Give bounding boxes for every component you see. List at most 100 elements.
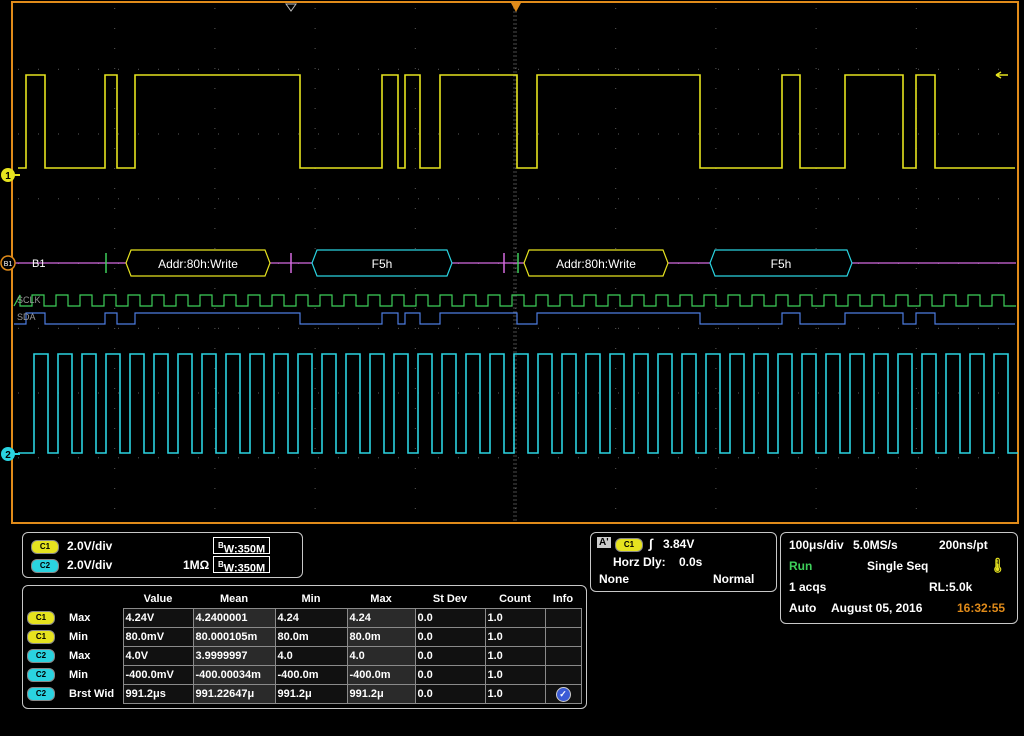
col-min: Min — [301, 593, 321, 605]
bus-decode-packet[interactable]: F5h — [311, 249, 453, 277]
graticule-dot — [158, 133, 159, 135]
bus-decode-packet[interactable]: Addr:80h:Write — [125, 249, 271, 277]
graticule-dot — [915, 228, 917, 229]
graticule-dot — [314, 448, 316, 449]
bus-decode-packet[interactable]: F5h — [709, 249, 853, 277]
graticule-dot — [915, 288, 917, 289]
graticule-dot — [114, 348, 116, 349]
ch2-bandwidth[interactable]: BW:350M — [213, 556, 271, 575]
measurements-table: Value Mean Min Max St Dev Count Info C1 … — [25, 590, 582, 704]
graticule-dot — [78, 457, 79, 459]
graticule-dot — [414, 128, 416, 129]
graticule-dot — [715, 468, 717, 469]
graticule-dot — [578, 327, 579, 329]
info-icon[interactable]: ✓ — [555, 686, 571, 702]
graticule-dot — [918, 392, 919, 394]
graticule-dot — [214, 228, 216, 229]
measurement-row[interactable]: C2 Max 4.0V 3.9999997 4.0 4.0 0.0 1.0 — [25, 646, 582, 666]
graticule-dot — [715, 208, 717, 209]
row-mean: 4.2400001 — [192, 608, 276, 628]
graticule-dot — [715, 508, 717, 509]
graticule-dot — [898, 457, 899, 459]
graticule-dot — [414, 8, 416, 9]
graticule-dot — [958, 327, 959, 329]
ch2-impedance[interactable]: 1MΩ — [183, 558, 209, 572]
graticule-dot — [458, 457, 459, 459]
col-mean: Mean — [219, 593, 249, 605]
graticule-dot — [338, 68, 339, 70]
graticule-dot — [498, 327, 499, 329]
run-state[interactable]: Run — [789, 559, 812, 573]
measurement-row[interactable]: C2 Min -400.0mV -400.00034m -400.0m -400… — [25, 665, 582, 685]
trigger-auto-mode[interactable]: Auto — [789, 601, 816, 615]
graticule-dot — [738, 327, 739, 329]
bus-marker-label: B1 — [4, 261, 13, 268]
graticule-dot — [815, 228, 817, 229]
graticule-dot — [958, 133, 959, 135]
graticule-dot — [898, 327, 899, 329]
graticule-dot — [878, 457, 879, 459]
trigger-source-badge[interactable]: C1 — [615, 538, 643, 552]
graticule-dot — [758, 198, 759, 200]
graticule-dot — [658, 198, 659, 200]
measurements-panel[interactable]: Value Mean Min Max St Dev Count Info C1 … — [22, 585, 587, 709]
ch2-scale[interactable]: 2.0V/div — [67, 558, 112, 572]
horz-dly-value[interactable]: 0.0s — [679, 555, 702, 569]
ch1-scale[interactable]: 2.0V/div — [67, 539, 112, 553]
graticule-dot — [618, 457, 619, 459]
graticule-dot — [915, 388, 917, 389]
channel-settings-panel[interactable]: C1 2.0V/div BW:350M C2 2.0V/div 1MΩ BW:3… — [22, 532, 303, 578]
graticule-dot — [938, 133, 939, 135]
bus-decode-packet[interactable]: Addr:80h:Write — [523, 249, 669, 277]
trigger-mode[interactable]: Normal — [713, 572, 754, 586]
graticule-dot — [698, 133, 699, 135]
graticule-dot — [414, 108, 416, 109]
col-count: Count — [499, 593, 531, 605]
waveform-display[interactable]: Addr:80h:Write F5h Addr:80h:Write F5h SCLK … — [0, 0, 1024, 528]
graticule-dot — [414, 428, 416, 429]
ch2-badge[interactable]: C2 — [31, 559, 59, 573]
graticule-dot — [18, 133, 19, 135]
ch1-badge[interactable]: C1 — [31, 540, 59, 554]
graticule-dot — [298, 133, 299, 135]
col-info: Info — [552, 593, 574, 605]
row-info[interactable]: ✓ — [544, 684, 582, 704]
graticule-dot — [898, 68, 899, 70]
graticule-dot — [578, 457, 579, 459]
graticule-dot — [278, 198, 279, 200]
graticule-dot — [998, 457, 999, 459]
graticule-dot — [214, 48, 216, 49]
graticule-dot — [314, 208, 316, 209]
graticule-dot — [715, 128, 717, 129]
graticule-dot — [114, 168, 116, 169]
graticule-dot — [998, 198, 999, 200]
graticule-dot — [214, 488, 216, 489]
graticule-dot — [598, 68, 599, 70]
measurement-row[interactable]: C1 Min 80.0mV 80.000105m 80.0m 80.0m 0.0… — [25, 627, 582, 647]
graticule-dot — [715, 228, 717, 229]
time: 16:32:55 — [957, 601, 1006, 615]
graticule-dot — [998, 133, 999, 135]
graticule-dot — [615, 368, 617, 369]
timebase[interactable]: 100μs/div — [789, 538, 844, 552]
trigger-level[interactable]: 3.84V — [663, 537, 694, 551]
ch1-bandwidth[interactable]: BW:350M — [213, 537, 271, 556]
graticule-dot — [214, 328, 216, 329]
bus-marker[interactable]: B1 — [0, 255, 16, 271]
acquisition-panel[interactable]: 100μs/div 5.0MS/s 200ns/pt Run Single Se… — [780, 532, 1018, 624]
graticule-dot — [615, 108, 617, 109]
graticule-dot — [938, 198, 939, 200]
trigger-coupling[interactable]: None — [599, 572, 629, 586]
measurement-row[interactable]: C1 Max 4.24V 4.2400001 4.24 4.24 0.0 1.0 — [25, 608, 582, 628]
graticule-dot — [214, 28, 216, 29]
row-stdev: 0.0 — [414, 665, 486, 685]
sequence-mode[interactable]: Single Seq — [867, 559, 928, 573]
trigger-panel[interactable]: A' C1 ∫ 3.84V Horz Dly: 0.0s None Normal — [590, 532, 777, 592]
graticule-dot — [158, 392, 159, 394]
graticule-dot — [198, 133, 199, 135]
graticule-dot — [798, 392, 799, 394]
measurement-row[interactable]: C2 Brst Wid 991.2μs 991.22647μ 991.2μ 99… — [25, 684, 582, 704]
graticule-dot — [114, 448, 116, 449]
graticule-dot — [278, 133, 279, 135]
row-min: -400.0m — [274, 665, 348, 685]
